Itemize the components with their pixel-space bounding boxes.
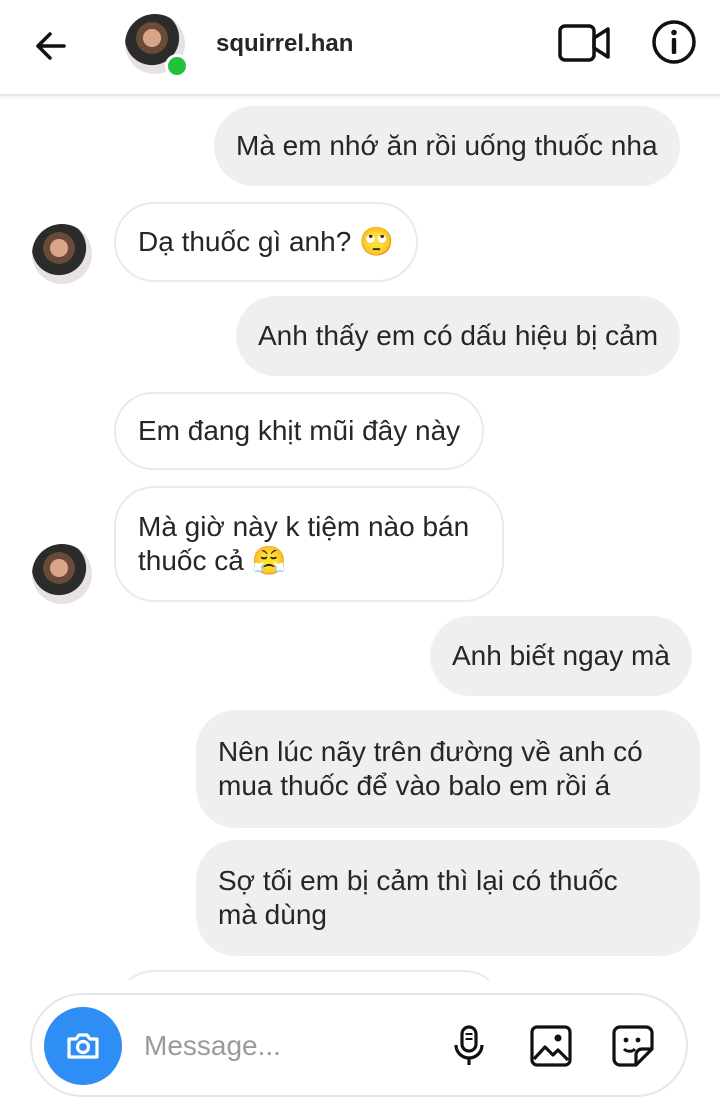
username[interactable]: squirrel.han [216, 30, 353, 58]
message-line: mà dùng [218, 899, 327, 930]
sticker-icon[interactable] [610, 1023, 656, 1069]
message-line: Nên lúc nãy trên đường về anh có [218, 736, 643, 767]
message-bubble-incoming[interactable]: Mà giờ này k tiệm nào bán thuốc cả 😤 [114, 486, 504, 602]
message-text: Sợ tối em bị cảm thì lại có thuốc mà dùn… [218, 864, 618, 932]
message-text: Dạ thuốc gì anh? [138, 226, 352, 257]
message-text: Anh biết ngay mà [452, 640, 670, 671]
message-bubble-incoming[interactable]: Dạ thuốc gì anh? 🙄 [114, 202, 419, 282]
message-text: Mà em nhớ ăn rồi uống thuốc nha [236, 130, 658, 161]
info-icon[interactable] [650, 18, 698, 66]
message-bubble-incoming[interactable]: Em đang khịt mũi đây này [114, 392, 485, 470]
message-bubble-outgoing[interactable]: Sợ tối em bị cảm thì lại có thuốc mà dùn… [196, 840, 700, 956]
message-text: Nên lúc nãy trên đường về anh có mua thu… [218, 735, 643, 803]
arrow-left-icon[interactable] [30, 26, 70, 66]
message-composer [30, 993, 688, 1097]
message-line: thuốc cả 😤 [138, 545, 287, 576]
avatar[interactable] [32, 544, 92, 604]
steam-nose-emoji: 😤 [251, 545, 287, 576]
message-bubble-outgoing[interactable]: Mà em nhớ ăn rồi uống thuốc nha [214, 106, 680, 186]
message-bubble-outgoing[interactable]: Anh thấy em có dấu hiệu bị cảm [236, 296, 681, 376]
message-bubble-incoming-partial[interactable] [114, 970, 504, 980]
eye-roll-emoji: 🙄 [359, 226, 395, 257]
message-text: Em đang khịt mũi đây này [138, 415, 461, 446]
message-line: mua thuốc để vào balo em rồi á [218, 770, 611, 801]
message-line: Mà giờ này k tiệm nào bán [138, 511, 470, 542]
camera-icon [67, 1033, 99, 1059]
microphone-icon[interactable] [446, 1023, 492, 1069]
message-bubble-outgoing[interactable]: Anh biết ngay mà [430, 616, 692, 696]
message-thread[interactable]: Mà em nhớ ăn rồi uống thuốc nha Dạ thuốc… [0, 96, 720, 980]
online-status-dot [165, 54, 189, 78]
message-text: Anh thấy em có dấu hiệu bị cảm [258, 320, 659, 351]
image-icon[interactable] [528, 1023, 574, 1069]
message-input[interactable] [142, 1015, 406, 1077]
avatar[interactable] [125, 14, 189, 78]
chat-header: squirrel.han [0, 0, 720, 96]
message-line: Sợ tối em bị cảm thì lại có thuốc [218, 865, 618, 896]
camera-button[interactable] [44, 1007, 122, 1085]
video-camera-icon[interactable] [556, 18, 612, 68]
message-text: Mà giờ này k tiệm nào bán thuốc cả 😤 [138, 510, 469, 578]
message-bubble-outgoing[interactable]: Nên lúc nãy trên đường về anh có mua thu… [196, 710, 700, 828]
avatar[interactable] [32, 224, 92, 284]
